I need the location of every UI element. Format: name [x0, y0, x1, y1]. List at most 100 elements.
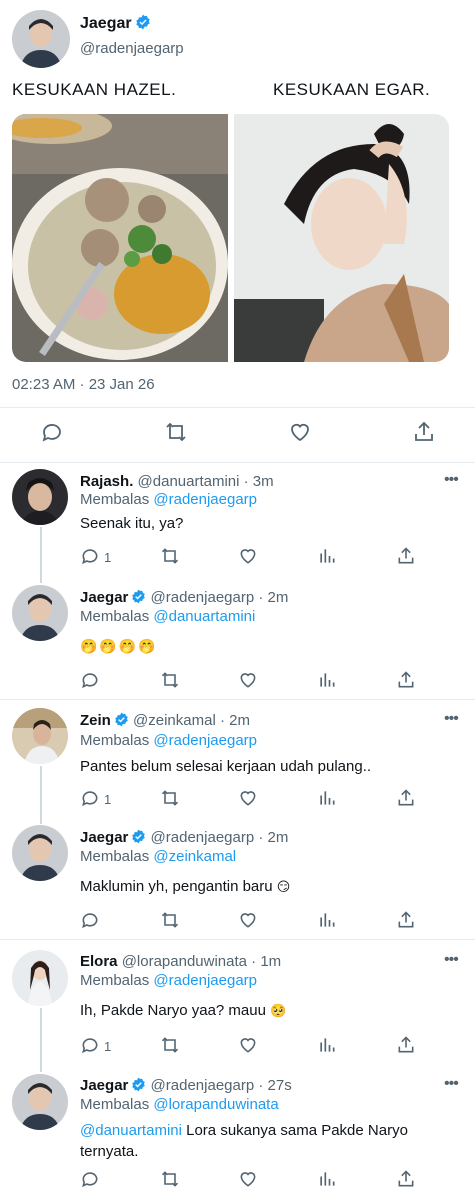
replying-to-mention[interactable]: @zeinkamal — [153, 848, 236, 865]
reply-author-name[interactable]: Rajash. — [80, 473, 133, 490]
views-icon[interactable] — [317, 788, 337, 813]
tweet-timestamp[interactable]: 02:23 AM · 23 Jan 26 — [12, 376, 155, 393]
action-bar: 1 — [0, 788, 475, 812]
like-icon[interactable] — [238, 788, 258, 813]
replying-to-line: Membalas @zeinkamal — [80, 848, 237, 865]
retweet-icon[interactable] — [160, 1169, 180, 1194]
reply-tweet[interactable]: Jaegar @radenjaegarp · 2m Membalas @zein… — [0, 815, 475, 939]
like-icon[interactable] — [238, 1035, 258, 1060]
reply-author-name[interactable]: Jaegar — [80, 1077, 128, 1094]
verified-icon — [131, 829, 146, 848]
reply-count: 1 — [104, 792, 112, 807]
reply-author-name[interactable]: Elora — [80, 953, 118, 970]
author-handle[interactable]: @radenjaegarp — [80, 40, 184, 57]
retweet-icon[interactable] — [164, 420, 188, 449]
more-icon[interactable]: ••• — [444, 471, 459, 489]
text-mention[interactable]: @danuartamini — [80, 1122, 182, 1139]
more-icon[interactable]: ••• — [444, 1075, 459, 1093]
reply-icon[interactable] — [80, 910, 100, 935]
like-icon[interactable] — [238, 1169, 258, 1194]
views-icon[interactable] — [317, 546, 337, 571]
author-name[interactable]: Jaegar — [80, 14, 151, 35]
reply-text: @danuartamini Lora sukanya sama Pakde Na… — [80, 1122, 408, 1160]
reply-tweet[interactable]: Jaegar @radenjaegarp · 2m Membalas @danu… — [0, 575, 475, 699]
reply-count: 1 — [104, 550, 112, 565]
retweet-icon[interactable] — [160, 910, 180, 935]
share-icon[interactable] — [396, 546, 416, 571]
avatar[interactable] — [12, 10, 70, 68]
replying-to-mention[interactable]: @radenjaegarp — [153, 972, 257, 989]
like-icon[interactable] — [288, 420, 312, 449]
views-icon[interactable] — [317, 1169, 337, 1194]
avatar[interactable] — [12, 469, 68, 525]
avatar[interactable] — [12, 825, 68, 881]
reply-author-line: Jaegar @radenjaegarp · 2m — [80, 829, 288, 848]
reply-tweet[interactable]: Elora @lorapanduwinata · 1m ••• Membalas… — [0, 940, 475, 1072]
views-icon[interactable] — [317, 910, 337, 935]
verified-icon — [135, 14, 151, 35]
share-icon[interactable] — [396, 670, 416, 695]
more-icon[interactable]: ••• — [444, 951, 459, 969]
main-action-bar — [0, 416, 475, 450]
emoji: 🥺 — [270, 1003, 287, 1018]
reply-text: Ih, Pakde Naryo yaa? mauu 🥺 — [80, 1002, 287, 1019]
replying-to-mention[interactable]: @radenjaegarp — [153, 732, 257, 749]
reply-icon[interactable] — [80, 1169, 100, 1194]
reply-meta: @zeinkamal · 2m — [133, 712, 250, 729]
verified-icon — [114, 712, 129, 731]
reply-icon[interactable] — [80, 670, 100, 695]
portrait-photo[interactable] — [234, 114, 449, 362]
retweet-icon[interactable] — [160, 1035, 180, 1060]
share-icon[interactable] — [396, 1035, 416, 1060]
replying-to-mention[interactable]: @danuartamini — [153, 608, 255, 625]
avatar[interactable] — [12, 585, 68, 641]
reply-tweet[interactable]: Rajash. @danuartamini · 3m ••• Membalas … — [0, 463, 475, 583]
replying-to-line: Membalas @danuartamini — [80, 608, 256, 625]
reply-author-name[interactable]: Zein — [80, 712, 111, 729]
reply-icon[interactable] — [80, 788, 100, 813]
replying-to-line: Membalas @lorapanduwinata — [80, 1096, 279, 1113]
reply-icon[interactable] — [80, 546, 100, 571]
reply-tweet[interactable]: Jaegar @radenjaegarp · 27s ••• Membalas … — [0, 1062, 475, 1200]
reply-author-name[interactable]: Jaegar — [80, 829, 128, 846]
replying-to-line: Membalas @radenjaegarp — [80, 491, 258, 508]
reply-author-name[interactable]: Jaegar — [80, 589, 128, 606]
like-icon[interactable] — [238, 910, 258, 935]
avatar[interactable] — [12, 1074, 68, 1130]
caption-left: KESUKAAN HAZEL. — [12, 80, 177, 99]
views-icon[interactable] — [317, 670, 337, 695]
avatar[interactable] — [12, 708, 68, 764]
like-icon[interactable] — [238, 670, 258, 695]
share-icon[interactable] — [396, 1169, 416, 1194]
share-icon[interactable] — [412, 420, 436, 449]
replying-to-mention[interactable]: @radenjaegarp — [153, 491, 257, 508]
action-bar — [0, 910, 475, 934]
retweet-icon[interactable] — [160, 546, 180, 571]
action-bar — [0, 1169, 475, 1193]
divider — [0, 407, 475, 408]
reply-meta: @radenjaegarp · 2m — [150, 589, 289, 606]
share-icon[interactable] — [396, 910, 416, 935]
food-photo[interactable] — [12, 114, 228, 362]
reply-author-line: Elora @lorapanduwinata · 1m — [80, 953, 281, 970]
reply-icon[interactable] — [80, 1035, 100, 1060]
replying-to-line: Membalas @radenjaegarp — [80, 732, 258, 749]
reply-meta: @radenjaegarp · 2m — [150, 829, 289, 846]
views-icon[interactable] — [317, 1035, 337, 1060]
retweet-icon[interactable] — [160, 670, 180, 695]
avatar[interactable] — [12, 950, 68, 1006]
reply-icon[interactable] — [40, 420, 64, 449]
like-icon[interactable] — [238, 546, 258, 571]
reply-text: 🤭🤭🤭🤭 — [80, 636, 450, 657]
retweet-icon[interactable] — [160, 788, 180, 813]
replying-to-line: Membalas @radenjaegarp — [80, 972, 258, 989]
reply-text: Seenak itu, ya? — [80, 515, 184, 532]
reply-text: Pantes belum selesai kerjaan udah pulang… — [80, 758, 372, 775]
reply-tweet[interactable]: Zein @zeinkamal · 2m ••• Membalas @raden… — [0, 700, 475, 824]
share-icon[interactable] — [396, 788, 416, 813]
verified-icon — [131, 1077, 146, 1096]
more-icon[interactable]: ••• — [444, 710, 459, 728]
media-grid — [12, 114, 449, 362]
replying-to-mention[interactable]: @lorapanduwinata — [153, 1096, 278, 1113]
action-bar — [0, 670, 475, 694]
